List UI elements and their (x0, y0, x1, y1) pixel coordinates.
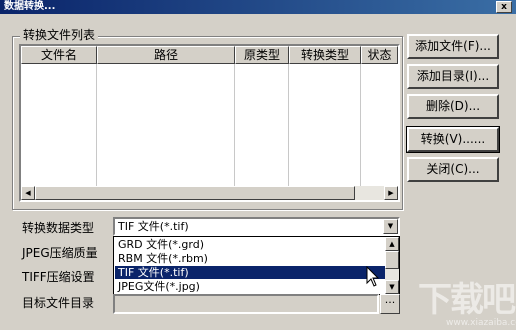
scroll-left-icon[interactable]: ◀ (21, 186, 35, 200)
chevron-down-icon[interactable]: ▼ (383, 219, 398, 234)
close-button[interactable]: 关闭(C)... (407, 157, 499, 182)
target-type-label: 转换数据类型 (22, 221, 95, 235)
column-header-target-type[interactable]: 转换类型 (289, 46, 361, 64)
watermark-url: www.xiazaiba.com (446, 318, 516, 328)
dropdown-option-tif[interactable]: TIF 文件(*.tif) (115, 266, 385, 279)
mouse-cursor-icon (366, 266, 380, 287)
target-directory-field[interactable] (113, 294, 379, 314)
scroll-up-icon[interactable]: ▲ (385, 237, 399, 251)
column-divider (360, 64, 361, 186)
window-title: 数据转换... (4, 1, 56, 12)
convert-button[interactable]: 转换(V)...... (406, 126, 500, 153)
target-directory-label: 目标文件目录 (22, 296, 95, 310)
jpeg-quality-label: JPEG压缩质量 (22, 246, 98, 260)
browse-directory-button[interactable]: ... (380, 294, 400, 314)
file-list-view[interactable]: 文件名 路径 原类型 转换类型 状态 ◀ ▶ (19, 44, 400, 202)
delete-button[interactable]: 删除(D)... (407, 94, 499, 119)
column-divider (96, 64, 97, 186)
column-header-path[interactable]: 路径 (97, 46, 235, 64)
file-list-horizontal-scrollbar[interactable]: ◀ ▶ (21, 186, 398, 200)
scroll-thumb[interactable] (35, 186, 355, 200)
column-divider (234, 64, 235, 186)
dropdown-scrollbar[interactable]: ▲ ▼ (385, 237, 399, 294)
dropdown-option-rbm[interactable]: RBM 文件(*.rbm) (115, 252, 385, 265)
dropdown-option-grd[interactable]: GRD 文件(*.grd) (115, 238, 385, 251)
close-window-button[interactable]: x (496, 1, 512, 13)
add-directory-button[interactable]: 添加目录(I)... (407, 64, 499, 89)
target-type-dropdown-list[interactable]: GRD 文件(*.grd) RBM 文件(*.rbm) TIF 文件(*.tif… (113, 236, 400, 295)
file-list-body (21, 64, 398, 186)
close-icon: x (501, 2, 507, 12)
scroll-right-icon[interactable]: ▶ (384, 186, 398, 200)
tiff-compress-label: TIFF压缩设置 (22, 270, 95, 284)
dropdown-scroll-thumb[interactable] (385, 251, 399, 269)
add-file-button[interactable]: 添加文件(F)... (407, 34, 499, 59)
column-header-filename[interactable]: 文件名 (21, 46, 97, 64)
column-header-status[interactable]: 状态 (361, 46, 398, 64)
scroll-down-icon[interactable]: ▼ (385, 280, 399, 294)
column-divider (288, 64, 289, 186)
target-type-select[interactable]: TIF 文件(*.tif) ▼ (113, 217, 400, 236)
dropdown-option-jpeg[interactable]: JPEG文件(*.jpg) (115, 280, 385, 293)
target-type-value: TIF 文件(*.tif) (118, 220, 189, 233)
window-titlebar: 数据转换... x (0, 0, 516, 14)
watermark-logo: 下载吧 (418, 280, 516, 320)
column-header-source-type[interactable]: 原类型 (235, 46, 289, 64)
file-list-group-label: 转换文件列表 (20, 28, 99, 42)
file-list-header: 文件名 路径 原类型 转换类型 状态 (21, 46, 398, 64)
